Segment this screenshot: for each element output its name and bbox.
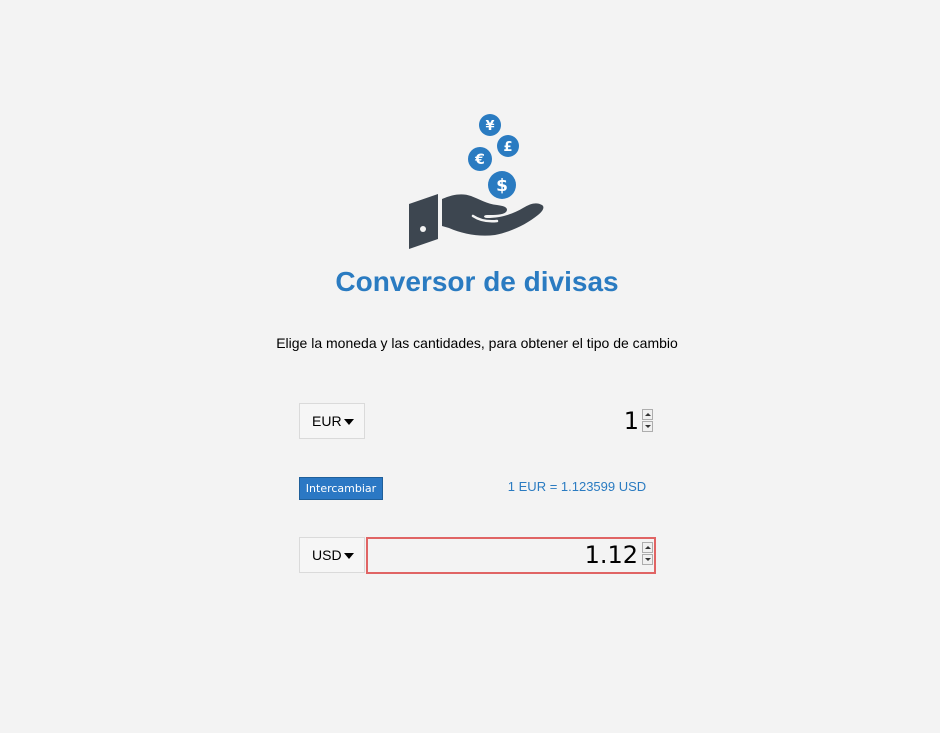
page-title: Conversor de divisas: [335, 266, 619, 297]
converter-page: ¥ £ € $ Conversor de divisas Elige la mo…: [0, 0, 940, 733]
pound-coin-icon: £: [497, 135, 519, 157]
from-amount-increment-button[interactable]: [642, 409, 653, 420]
to-amount-value: 1.12: [584, 541, 638, 569]
svg-text:¥: ¥: [485, 119, 494, 134]
from-amount-value: 1: [623, 407, 639, 435]
from-currency-label: EUR: [312, 413, 342, 429]
euro-coin-icon: €: [468, 147, 492, 171]
to-amount-input[interactable]: 1.12: [366, 537, 656, 574]
to-currency-label: USD: [312, 547, 342, 563]
from-amount-spinner: [642, 409, 653, 432]
instructions-text: Elige la moneda y las cantidades, para o…: [276, 335, 678, 351]
to-amount-spinner: [642, 542, 653, 565]
exchange-rate-text: 1 EUR = 1.123599 USD: [507, 479, 647, 494]
svg-text:£: £: [503, 140, 512, 155]
from-currency-select[interactable]: EUR: [299, 403, 365, 439]
from-amount-input[interactable]: 1: [367, 403, 655, 439]
swap-button[interactable]: Intercambiar: [299, 477, 383, 500]
svg-text:$: $: [496, 176, 508, 196]
to-amount-decrement-button[interactable]: [642, 554, 653, 565]
to-amount-increment-button[interactable]: [642, 542, 653, 553]
yen-coin-icon: ¥: [479, 114, 501, 136]
from-amount-decrement-button[interactable]: [642, 421, 653, 432]
hand-with-currency-coins-icon: ¥ £ € $: [409, 114, 544, 249]
to-currency-select[interactable]: USD: [299, 537, 365, 573]
dollar-coin-icon: $: [488, 171, 516, 199]
chevron-down-icon: [344, 553, 354, 559]
svg-text:€: €: [474, 152, 485, 168]
chevron-down-icon: [344, 419, 354, 425]
